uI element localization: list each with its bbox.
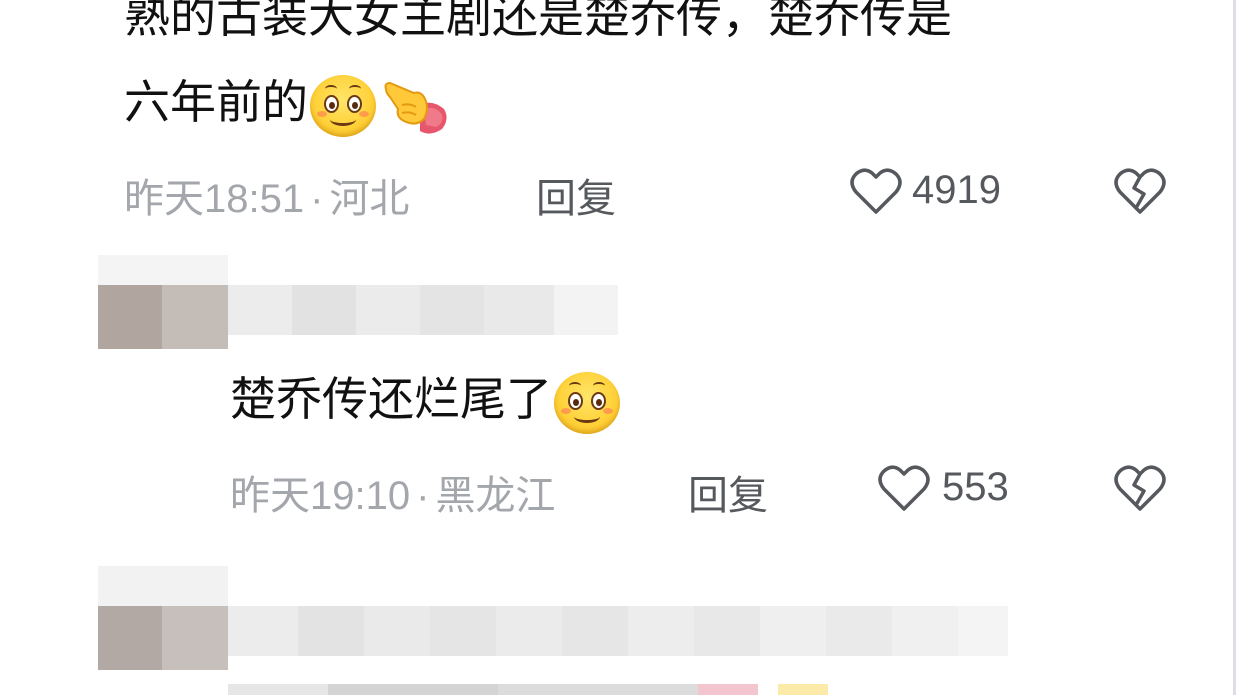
comment-2-text: 楚乔传还烂尾了 xyxy=(230,369,620,434)
broken-heart-icon[interactable] xyxy=(1114,168,1166,220)
smile-emoji xyxy=(554,371,620,434)
comment-1-reply-button[interactable]: 回复 xyxy=(536,166,616,224)
meta-separator: · xyxy=(416,474,430,518)
comment-1-like-count: 4919 xyxy=(912,168,1001,212)
comment-2-meta: 昨天19:10 · 黑龙江 xyxy=(230,463,555,521)
heart-outline-icon[interactable] xyxy=(850,168,902,220)
comment-2-like-count: 553 xyxy=(942,465,1009,509)
comment-2-time: 昨天19:10 xyxy=(230,474,411,518)
comment-1-text-line2: 六年前的 xyxy=(124,72,452,137)
comment-1-location: 河北 xyxy=(329,177,410,221)
broken-heart-icon[interactable] xyxy=(1114,465,1166,517)
comment-2-reply-button[interactable]: 回复 xyxy=(688,463,768,521)
avatar xyxy=(98,285,162,349)
comment-1-text-line1: 熟的古装大女主剧还是楚乔传，楚乔传是 xyxy=(124,0,952,43)
heart-outline-icon[interactable] xyxy=(878,465,930,517)
comment-1-time: 昨天18:51 xyxy=(124,177,305,221)
smile-emoji xyxy=(310,74,376,137)
comment-1-meta: 昨天18:51 · 河北 xyxy=(124,166,409,224)
comment-2-location: 黑龙江 xyxy=(435,474,556,518)
meta-separator: · xyxy=(310,177,324,221)
avatar xyxy=(98,606,162,670)
pointing-hand-emoji xyxy=(380,75,452,137)
